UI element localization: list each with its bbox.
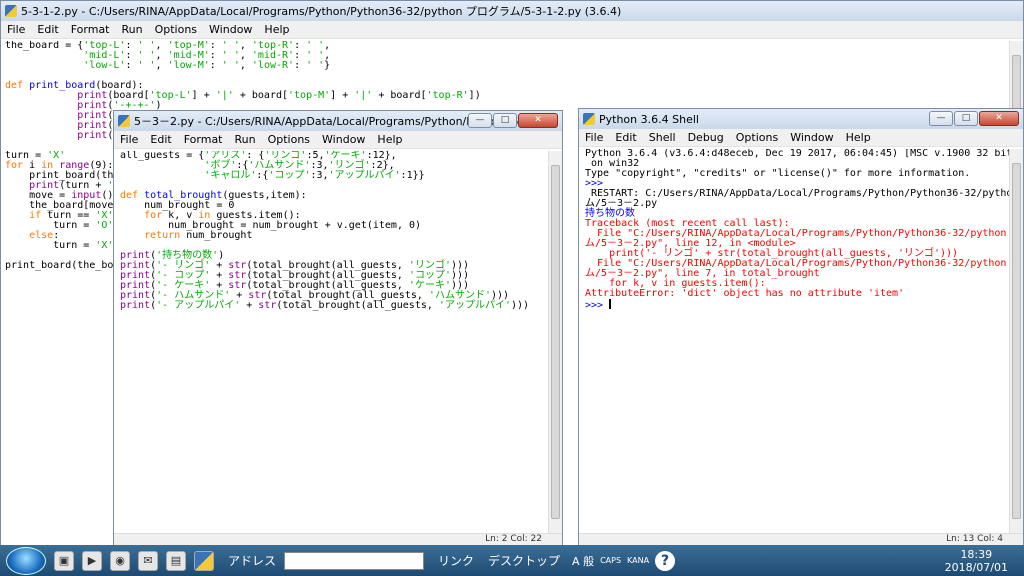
code-line: print('- アップルパイ' + str(total_brought(all… [120,300,530,311]
shell-line: ム/5－3－2.py [585,198,658,209]
shell-line: >>> [585,299,1003,311]
code-line: 'キャロル':{'コップ':3,'アップルパイ':1}} [204,170,425,181]
menu-run[interactable]: Run [229,133,262,146]
menu-options[interactable]: Options [730,131,784,144]
code-area[interactable]: all_guests = {'アリス': {'リンゴ':5,'ケーキ':12},… [114,151,548,533]
menu-shell[interactable]: Shell [643,131,682,144]
menu-run[interactable]: Run [116,23,149,36]
menu-options[interactable]: Options [262,133,316,146]
menu-bar: File Edit Shell Debug Options Window Hel… [579,129,1023,147]
menu-debug[interactable]: Debug [682,131,730,144]
maximize-button[interactable]: □ [954,111,978,126]
minimize-button[interactable]: — [468,113,492,128]
clock[interactable]: 18:39 2018/07/01 [945,548,1008,574]
python-icon [5,5,17,17]
python-icon [118,115,130,127]
title-bar[interactable]: 5－3－2.py - C:/Users/RINA/AppData/Local/P… [114,111,562,131]
app-icon[interactable]: ◉ [110,550,130,571]
shell-output[interactable]: Python 3.6.4 (v3.6.4:d48eceb, Dec 19 201… [579,149,1009,533]
shell-line: AttributeError: 'dict' object has no att… [585,288,905,299]
scroll-thumb[interactable] [551,165,560,519]
menu-help[interactable]: Help [840,131,877,144]
python-icon [583,113,595,125]
folder-icon[interactable]: ▣ [54,550,74,571]
prompt: >>> [585,300,610,311]
start-button[interactable] [6,546,46,575]
caps-indicator: CAPS [600,556,622,565]
menu-format[interactable]: Format [178,133,229,146]
clock-time: 18:39 [960,547,993,561]
menu-help[interactable]: Help [258,23,295,36]
menu-format[interactable]: Format [65,23,116,36]
media-player-icon[interactable]: ▶ [82,550,102,571]
editor-window-5-3-2[interactable]: 5－3－2.py - C:/Users/RINA/AppData/Local/P… [113,110,563,548]
menu-file[interactable]: File [579,131,609,144]
window-title: 5-3-1-2.py - C:/Users/RINA/AppData/Local… [21,5,622,18]
links-label[interactable]: リンク [438,552,474,569]
scroll-thumb[interactable] [1012,163,1021,519]
menu-file[interactable]: File [1,23,31,36]
menu-edit[interactable]: Edit [31,23,64,36]
python-taskbar-icon[interactable] [194,550,214,571]
close-button[interactable]: ✕ [518,113,558,128]
mail-icon[interactable]: ✉ [138,550,158,571]
vertical-scrollbar[interactable] [1009,149,1023,533]
menu-bar: File Edit Format Run Options Window Help [114,131,562,149]
menu-window[interactable]: Window [203,23,258,36]
title-bar[interactable]: 5-3-1-2.py - C:/Users/RINA/AppData/Local… [1,1,1023,21]
menu-options[interactable]: Options [149,23,203,36]
ime-indicator[interactable]: A 般 [572,553,594,569]
code-line: 'low-L': ' ', 'low-M': ' ', 'low-R': ' '… [83,60,331,71]
file-icon[interactable]: ▤ [166,550,186,571]
menu-window[interactable]: Window [316,133,371,146]
address-label: アドレス [228,554,277,568]
menu-help[interactable]: Help [371,133,408,146]
address-input[interactable] [284,551,425,570]
menu-edit[interactable]: Edit [609,131,642,144]
window-title: Python 3.6.4 Shell [599,112,699,126]
clock-date: 2018/07/01 [944,560,1008,574]
help-icon[interactable]: ? [655,550,676,571]
menu-edit[interactable]: Edit [144,133,177,146]
system-tray: A 般 CAPS KANA ? [572,550,676,571]
menu-file[interactable]: File [114,133,144,146]
menu-window[interactable]: Window [784,131,839,144]
menu-bar: File Edit Format Run Options Window Help [1,21,1023,39]
code-line: return num_brought [144,230,253,241]
shell-window[interactable]: Python 3.6.4 Shell — □ ✕ File Edit Shell… [578,108,1024,548]
title-bar[interactable]: Python 3.6.4 Shell — □ ✕ [579,109,1023,129]
close-button[interactable]: ✕ [979,111,1019,126]
taskbar: ▣ ▶ ◉ ✉ ▤ アドレス リンク デスクトップ A 般 CAPS KANA … [0,545,1024,576]
text-cursor [609,299,612,309]
shell-line: Type "copyright", "credits" or "license(… [585,168,971,179]
shell-line: Python 3.6.4 (v3.6.4:d48eceb, Dec 19 201… [585,149,1009,159]
maximize-button[interactable]: □ [493,113,517,128]
desktop-label[interactable]: デスクトップ [488,552,560,569]
kana-indicator: KANA [627,556,650,565]
vertical-scrollbar[interactable] [548,151,562,533]
minimize-button[interactable]: — [929,111,953,126]
